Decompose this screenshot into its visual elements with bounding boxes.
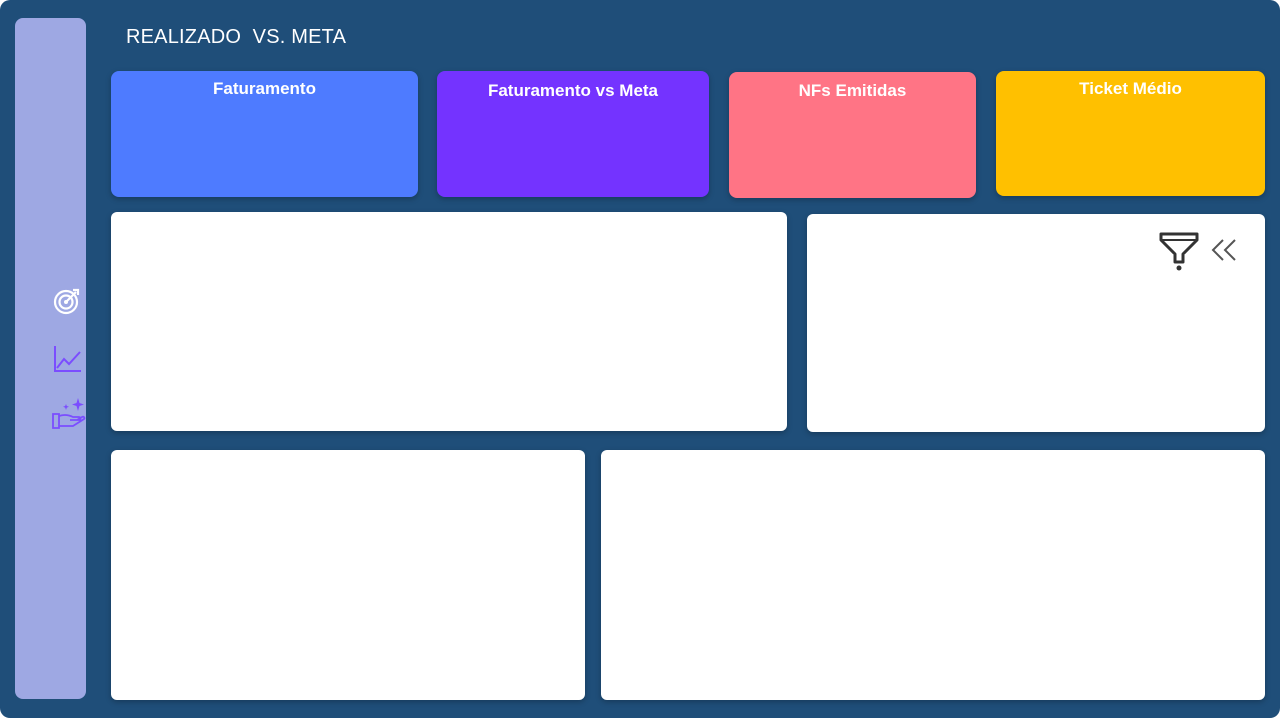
page-title: REALIZADO VS. META — [126, 26, 347, 48]
kpi-card-nfs-emitidas: NFs Emitidas — [729, 72, 976, 198]
filter-panel — [807, 214, 1265, 432]
sidebar — [15, 18, 86, 699]
collapse-chevrons-icon[interactable] — [1209, 238, 1239, 262]
target-icon[interactable] — [51, 286, 83, 316]
kpi-card-label: Faturamento vs Meta — [487, 81, 659, 100]
filter-icon[interactable] — [1159, 232, 1199, 272]
chart-panel-bottom-right — [601, 450, 1265, 700]
kpi-card-label: Ticket Médio — [1079, 79, 1182, 98]
kpi-card-faturamento: Faturamento — [111, 71, 418, 197]
kpi-card-faturamento-vs-meta: Faturamento vs Meta — [437, 71, 709, 197]
kpi-card-ticket-medio: Ticket Médio — [996, 71, 1265, 196]
dashboard-frame: REALIZADO VS. META Faturamento Faturamen… — [0, 0, 1280, 718]
chart-panel-main — [111, 212, 787, 431]
kpi-card-label: Faturamento — [213, 79, 316, 98]
hand-sparkle-icon[interactable] — [51, 396, 87, 430]
kpi-card-label: NFs Emitidas — [798, 81, 907, 100]
line-chart-icon[interactable] — [53, 344, 83, 374]
chart-panel-bottom-left — [111, 450, 585, 700]
